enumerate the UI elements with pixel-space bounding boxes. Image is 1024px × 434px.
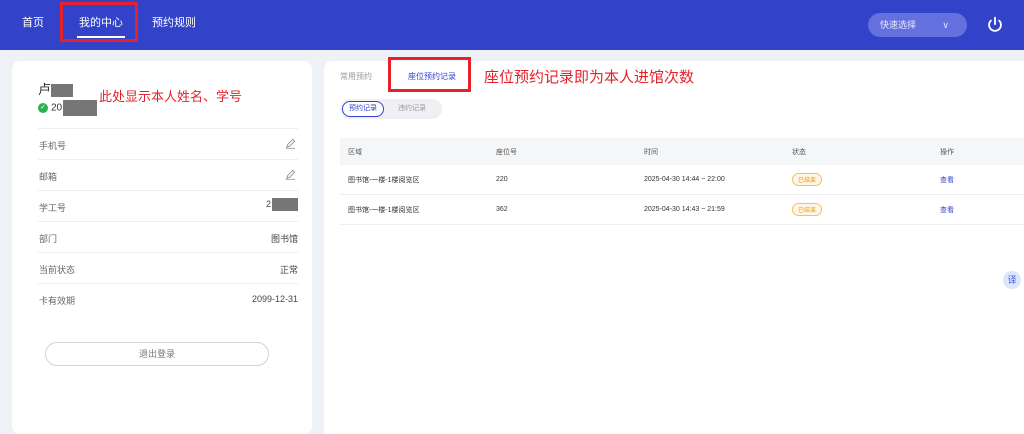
chevron-down-icon: ∨: [942, 20, 949, 30]
header-status: 状态: [792, 148, 806, 156]
user-name-text: 卢: [38, 82, 52, 97]
status-label: 当前状态: [39, 265, 76, 275]
staff-id-value: 2: [266, 198, 298, 211]
info-row-department: 部门 图书馆: [38, 221, 298, 252]
annotation-name-id: 此处显示本人姓名、学号: [99, 89, 243, 104]
user-id-text: 20: [51, 102, 63, 114]
subtab-reservation-records[interactable]: 预约记录: [342, 101, 384, 117]
nav-reserve-rules[interactable]: 预约规则: [152, 0, 196, 50]
annotation-seat-records: 座位预约记录即为本人进馆次数: [484, 69, 695, 86]
view-link[interactable]: 查看: [940, 205, 954, 215]
header-area: 区域: [348, 148, 362, 156]
translate-float-button[interactable]: 译: [1003, 271, 1021, 289]
header-action: 操作: [940, 148, 954, 156]
department-value: 图书馆: [270, 234, 298, 244]
nav-my-center-label: 我的中心: [79, 17, 123, 29]
redaction-mask: [272, 198, 298, 211]
status-badge: 已结束: [792, 173, 823, 186]
user-id: ✓ 20: [38, 100, 98, 116]
info-row-email: 邮箱: [38, 159, 298, 190]
cell-seat: 220: [496, 176, 508, 183]
status-value: 正常: [279, 265, 298, 275]
header-time: 时间: [644, 148, 658, 156]
logout-button[interactable]: 退出登录: [45, 342, 269, 366]
cell-status: 已结束: [792, 195, 823, 224]
table-row: 图书馆-一楼-1楼阅览区 220 2025-04-30 14:44 ~ 22:0…: [340, 165, 1024, 195]
subtab-violation-records[interactable]: 违约记录: [392, 101, 432, 117]
tab-seat-records[interactable]: 座位预约记录: [408, 71, 456, 82]
cell-action: 查看: [940, 195, 954, 224]
cell-area: 图书馆-一楼-1楼阅览区: [348, 176, 420, 184]
redaction-mask: [63, 100, 98, 116]
info-row-phone: 手机号: [38, 128, 298, 159]
header-seat: 座位号: [496, 148, 517, 156]
top-navbar: 首页 我的中心 预约规则 快速选择 ∨: [0, 0, 1024, 50]
cell-status: 已结束: [792, 165, 823, 194]
cell-area: 图书馆-一楼-1楼阅览区: [348, 206, 420, 214]
table-header: 区域 座位号 时间 状态 操作: [340, 138, 1024, 165]
quick-select-label: 快速选择: [880, 20, 917, 30]
status-badge: 已结束: [792, 203, 823, 216]
power-icon[interactable]: [984, 14, 1006, 36]
cell-time: 2025-04-30 14:43 ~ 21:59: [644, 206, 725, 213]
check-icon: ✓: [38, 103, 48, 113]
staff-id-text: 2: [265, 198, 271, 209]
cell-action: 查看: [940, 165, 954, 194]
user-name: 卢: [38, 79, 74, 98]
table-row: 图书馆-一楼-1楼阅览区 362 2025-04-30 14:43 ~ 21:5…: [340, 195, 1024, 225]
card-expiry-label: 卡有效期: [39, 296, 76, 306]
info-row-card-expiry: 卡有效期 2099-12-31: [38, 283, 298, 314]
nav-my-center[interactable]: 我的中心: [77, 0, 125, 50]
subtab-switch: 预约记录 违约记录: [340, 99, 442, 119]
active-underline: [77, 36, 125, 38]
view-link[interactable]: 查看: [940, 175, 954, 185]
edit-icon[interactable]: [285, 169, 296, 180]
info-row-status: 当前状态 正常: [38, 252, 298, 283]
tab-common-reservation[interactable]: 常用预约: [340, 71, 372, 82]
redaction-mask: [51, 84, 74, 98]
cell-time: 2025-04-30 14:44 ~ 22:00: [644, 176, 725, 183]
quick-select-dropdown[interactable]: 快速选择 ∨: [868, 13, 967, 37]
profile-card: 卢 ✓ 20 手机号 邮箱 学工号 2 部门 图书馆 当前状态 正常 卡有效期 2…: [12, 61, 312, 434]
records-table: 区域 座位号 时间 状态 操作 图书馆-一楼-1楼阅览区 220 2025-04…: [340, 138, 1024, 225]
cell-seat: 362: [496, 206, 508, 213]
email-label: 邮箱: [39, 172, 58, 182]
info-row-staff-id: 学工号 2: [38, 190, 298, 221]
records-panel: 常用预约 座位预约记录 预约记录 违约记录 区域 座位号 时间 状态 操作 图书…: [324, 61, 1024, 434]
staff-id-label: 学工号: [39, 203, 67, 213]
nav-home[interactable]: 首页: [22, 0, 44, 50]
card-expiry-value: 2099-12-31: [251, 294, 298, 304]
department-label: 部门: [39, 234, 58, 244]
edit-icon[interactable]: [285, 138, 296, 149]
phone-label: 手机号: [39, 141, 67, 151]
